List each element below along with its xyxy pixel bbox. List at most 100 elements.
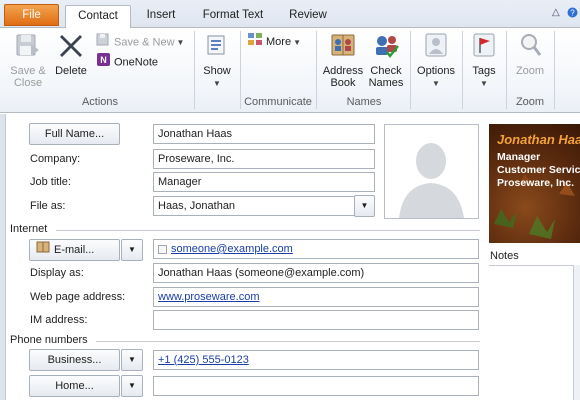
names-group-label: Names [346, 96, 382, 108]
options-button[interactable]: Options ▼ [414, 30, 458, 90]
group-separator [554, 31, 555, 109]
email-button-label: E-mail... [54, 244, 95, 256]
options-label: Options [417, 65, 455, 77]
notes-label: Notes [490, 250, 519, 262]
card-job-title: Manager [497, 151, 541, 163]
phone-section-divider [96, 341, 480, 342]
zoom-label: Zoom [515, 65, 545, 77]
full-name-button[interactable]: Full Name... [29, 123, 120, 145]
save-new-icon [96, 32, 111, 53]
magnifier-icon [510, 30, 550, 63]
save-new-button[interactable]: Save & New ▼ [96, 32, 184, 50]
address-book-small-icon [36, 240, 50, 260]
web-page-field[interactable]: www.proseware.com [153, 287, 479, 307]
group-separator [194, 31, 195, 109]
delete-label: Delete [55, 65, 87, 77]
tags-dropdown-icon: ▼ [480, 79, 488, 88]
svg-text:?: ? [570, 9, 575, 18]
tags-button[interactable]: Tags ▼ [466, 30, 502, 90]
email-button[interactable]: E-mail... [29, 239, 120, 261]
business-phone-button[interactable]: Business... [29, 349, 120, 371]
email-checkbox[interactable] [158, 244, 167, 254]
im-address-field[interactable] [153, 310, 479, 330]
zoom-button[interactable]: Zoom [510, 30, 550, 77]
email-dropdown-icon[interactable]: ▼ [121, 239, 143, 261]
card-company: Proseware, Inc. [497, 177, 575, 189]
check-names-button[interactable]: Check Names [366, 30, 406, 89]
onenote-label: OneNote [114, 56, 159, 69]
im-address-label: IM address: [30, 314, 88, 326]
save-new-dropdown-icon: ▼ [176, 38, 185, 48]
internet-section-title: Internet [10, 223, 48, 235]
web-page-value: www.proseware.com [158, 291, 260, 303]
more-icon [247, 32, 263, 52]
card-name: Jonathan Haas [497, 132, 580, 147]
save-new-label: Save & New [114, 36, 175, 49]
save-close-label-2: Close [13, 77, 43, 89]
home-dropdown-icon[interactable]: ▼ [121, 375, 143, 397]
address-book-icon [320, 30, 366, 63]
group-separator [410, 31, 411, 109]
ribbon: Save & Close Delete Save & New ▼ N OneNot… [0, 28, 580, 113]
show-button[interactable]: Show ▼ [199, 30, 235, 90]
tab-review[interactable]: Review [282, 5, 334, 28]
phone-section-title: Phone numbers [10, 334, 88, 346]
delete-x-icon [52, 30, 90, 63]
internet-section-divider [56, 230, 480, 231]
address-book-label-2: Book [330, 77, 356, 89]
display-as-field[interactable]: Jonathan Haas (someone@example.com) [153, 263, 479, 283]
group-separator [506, 31, 507, 109]
save-close-label-1: Save & [10, 65, 46, 77]
tab-format-text[interactable]: Format Text [196, 5, 270, 28]
options-dropdown-icon: ▼ [432, 79, 440, 88]
check-names-label-2: Names [368, 77, 404, 89]
business-card[interactable]: Jonathan Haas Manager Customer Service P… [489, 124, 580, 243]
onenote-icon: N [96, 52, 111, 73]
show-dropdown-icon: ▼ [213, 79, 221, 88]
business-dropdown-icon[interactable]: ▼ [121, 349, 143, 371]
group-separator [462, 31, 463, 109]
communicate-group-label: Communicate [244, 96, 312, 108]
home-phone-field[interactable] [153, 376, 479, 396]
tab-file[interactable]: File [4, 4, 59, 26]
business-phone-value: +1 (425) 555-0123 [158, 354, 249, 366]
onenote-button[interactable]: N OneNote [96, 52, 158, 70]
more-button[interactable]: More ▼ [247, 32, 301, 50]
tab-contact[interactable]: Contact [65, 5, 131, 29]
more-label: More [266, 35, 292, 48]
business-phone-field[interactable]: +1 (425) 555-0123 [153, 350, 479, 370]
show-icon [199, 30, 235, 63]
address-book-button[interactable]: Address Book [320, 30, 366, 89]
delete-button[interactable]: Delete [52, 30, 90, 77]
card-department: Customer Service [497, 164, 580, 176]
follow-up-flag-icon [466, 30, 502, 63]
address-book-label-1: Address [322, 65, 364, 77]
save-close-button[interactable]: Save & Close [6, 30, 50, 89]
web-page-label: Web page address: [30, 291, 126, 303]
notes-field[interactable] [489, 265, 580, 400]
email-field[interactable]: someone@example.com [153, 239, 479, 259]
file-as-dropdown-icon[interactable]: ▼ [354, 195, 375, 217]
more-dropdown-icon: ▼ [293, 37, 301, 47]
contact-photo[interactable] [384, 124, 479, 219]
form-left-border [0, 114, 6, 400]
minimize-ribbon-icon[interactable]: △ [552, 7, 560, 18]
tags-label: Tags [472, 65, 496, 77]
company-field[interactable]: Proseware, Inc. [153, 149, 375, 169]
full-name-field[interactable]: Jonathan Haas [153, 124, 375, 144]
actions-group-label: Actions [81, 96, 119, 108]
help-icon[interactable]: ? [567, 7, 578, 21]
notes-scrollbar[interactable] [573, 265, 580, 400]
job-title-label: Job title: [30, 176, 71, 188]
home-phone-button[interactable]: Home... [29, 375, 120, 397]
group-separator [316, 31, 317, 109]
tab-insert[interactable]: Insert [138, 5, 184, 28]
check-names-icon [366, 30, 406, 63]
svg-text:N: N [100, 55, 107, 65]
options-icon [414, 30, 458, 63]
email-value: someone@example.com [171, 243, 293, 255]
job-title-field[interactable]: Manager [153, 172, 375, 192]
file-as-field[interactable]: Haas, Jonathan [153, 196, 355, 216]
show-label: Show [203, 65, 231, 77]
display-as-label: Display as: [30, 267, 84, 279]
